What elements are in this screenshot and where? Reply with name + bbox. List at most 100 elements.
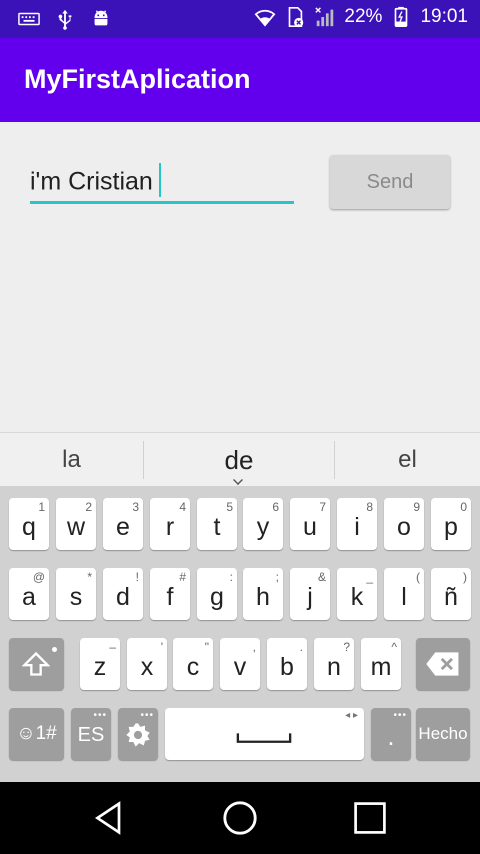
key-alt: ?: [343, 640, 350, 654]
send-button[interactable]: Send: [330, 155, 450, 209]
key-label: k: [350, 583, 364, 611]
key-z[interactable]: – z: [80, 638, 120, 690]
clock: 19:01: [420, 6, 468, 27]
key-label: o: [397, 513, 411, 541]
android-icon: [94, 10, 108, 26]
message-input-value[interactable]: i'm Cristian: [30, 163, 161, 200]
key-label: m: [370, 653, 392, 681]
key-alt: ": [204, 640, 209, 654]
key-label: c: [186, 653, 200, 681]
key-alt: &: [317, 570, 326, 584]
key-label: x: [140, 653, 154, 681]
key-label: t: [213, 513, 221, 541]
key-label: h: [256, 583, 270, 611]
message-input[interactable]: i'm Cristian: [30, 162, 294, 204]
key-label: s: [69, 583, 83, 611]
key-j[interactable]: & j: [290, 568, 330, 620]
key-label: a: [22, 583, 36, 611]
key-label: g: [210, 583, 224, 611]
key-i[interactable]: 8i: [337, 498, 377, 550]
key-label: i: [354, 513, 360, 541]
text-cursor: [158, 163, 161, 197]
key-c[interactable]: " c: [173, 638, 213, 690]
key-t[interactable]: 5t: [197, 498, 237, 550]
key-w[interactable]: 2w: [56, 498, 96, 550]
key-label: n: [327, 653, 341, 681]
key-label: y: [256, 513, 270, 541]
key-alt: :: [229, 570, 233, 584]
key-label: v: [233, 653, 247, 681]
key-label: w: [66, 513, 86, 541]
key-u[interactable]: 7u: [290, 498, 330, 550]
key-b[interactable]: .b: [267, 638, 307, 690]
key-s[interactable]: * s: [56, 568, 96, 620]
key-r[interactable]: 4r: [150, 498, 190, 550]
space-key[interactable]: ◂ ▸: [165, 708, 364, 760]
key-alt: 3: [132, 500, 139, 514]
status-bar: 22% 19:01: [0, 0, 480, 38]
key-f[interactable]: # f: [150, 568, 190, 620]
main-content: i'm Cristian Send: [0, 122, 480, 432]
key-label: ñ: [444, 583, 458, 611]
key-h[interactable]: ; h: [243, 568, 283, 620]
key-label: d: [116, 583, 130, 611]
key-alt: ': [160, 640, 163, 654]
space-icon: [236, 733, 292, 743]
key-label: j: [307, 583, 313, 611]
navigation-bar: [0, 782, 480, 854]
key-label: ES: [77, 724, 105, 746]
key-o[interactable]: 9o: [384, 498, 424, 550]
period-key[interactable]: ••• .: [371, 708, 411, 760]
key-label: r: [165, 513, 175, 541]
key-a[interactable]: @ a: [9, 568, 49, 620]
key-label: f: [166, 583, 174, 611]
key-g[interactable]: :g: [197, 568, 237, 620]
shift-dot: [52, 647, 57, 652]
shift-key[interactable]: [9, 638, 64, 690]
key-alt: 8: [366, 500, 373, 514]
key-dots: •••: [93, 710, 107, 721]
key-alt: 1: [38, 500, 45, 514]
key-x[interactable]: ' x: [127, 638, 167, 690]
key-alt: 9: [413, 500, 420, 514]
key-alt: 0: [460, 500, 467, 514]
suggestion-left[interactable]: la: [0, 433, 143, 487]
language-key[interactable]: ••• ES: [71, 708, 111, 760]
key-alt: 4: [179, 500, 186, 514]
key-enye[interactable]: ) ñ: [431, 568, 471, 620]
backspace-key[interactable]: [416, 638, 470, 690]
usb-icon: [58, 9, 72, 30]
backspace-icon: [426, 652, 459, 676]
signal-icon: [315, 7, 334, 27]
key-v[interactable]: ,v: [220, 638, 260, 690]
key-m[interactable]: ^ m: [361, 638, 401, 690]
key-e[interactable]: 3e: [103, 498, 143, 550]
key-arrows: ◂ ▸: [345, 710, 358, 721]
key-q[interactable]: 1q: [9, 498, 49, 550]
key-d[interactable]: ! d: [103, 568, 143, 620]
key-label: ☺1#: [16, 723, 57, 744]
key-dots: •••: [393, 710, 407, 721]
key-alt: –: [109, 640, 116, 654]
done-key[interactable]: Hecho: [416, 708, 470, 760]
shift-icon: [22, 651, 50, 676]
key-alt: #: [179, 570, 186, 584]
key-l[interactable]: (l: [384, 568, 424, 620]
key-alt: (: [416, 570, 420, 584]
key-n[interactable]: ? n: [314, 638, 354, 690]
key-label: e: [116, 513, 130, 541]
key-k[interactable]: _ k: [337, 568, 377, 620]
home-icon[interactable]: [221, 799, 259, 837]
key-alt: ,: [252, 640, 256, 654]
emoji-symbols-key[interactable]: ☺1#: [9, 708, 64, 760]
key-y[interactable]: 6y: [243, 498, 283, 550]
key-p[interactable]: 0p: [431, 498, 471, 550]
key-alt: 2: [85, 500, 92, 514]
key-alt: @: [32, 570, 45, 584]
back-icon[interactable]: [92, 800, 128, 836]
recents-icon[interactable]: [352, 800, 388, 836]
suggestion-bar: la de el: [0, 432, 480, 486]
settings-key[interactable]: •••: [118, 708, 158, 760]
key-alt: _: [366, 570, 373, 584]
suggestion-right[interactable]: el: [335, 433, 480, 487]
